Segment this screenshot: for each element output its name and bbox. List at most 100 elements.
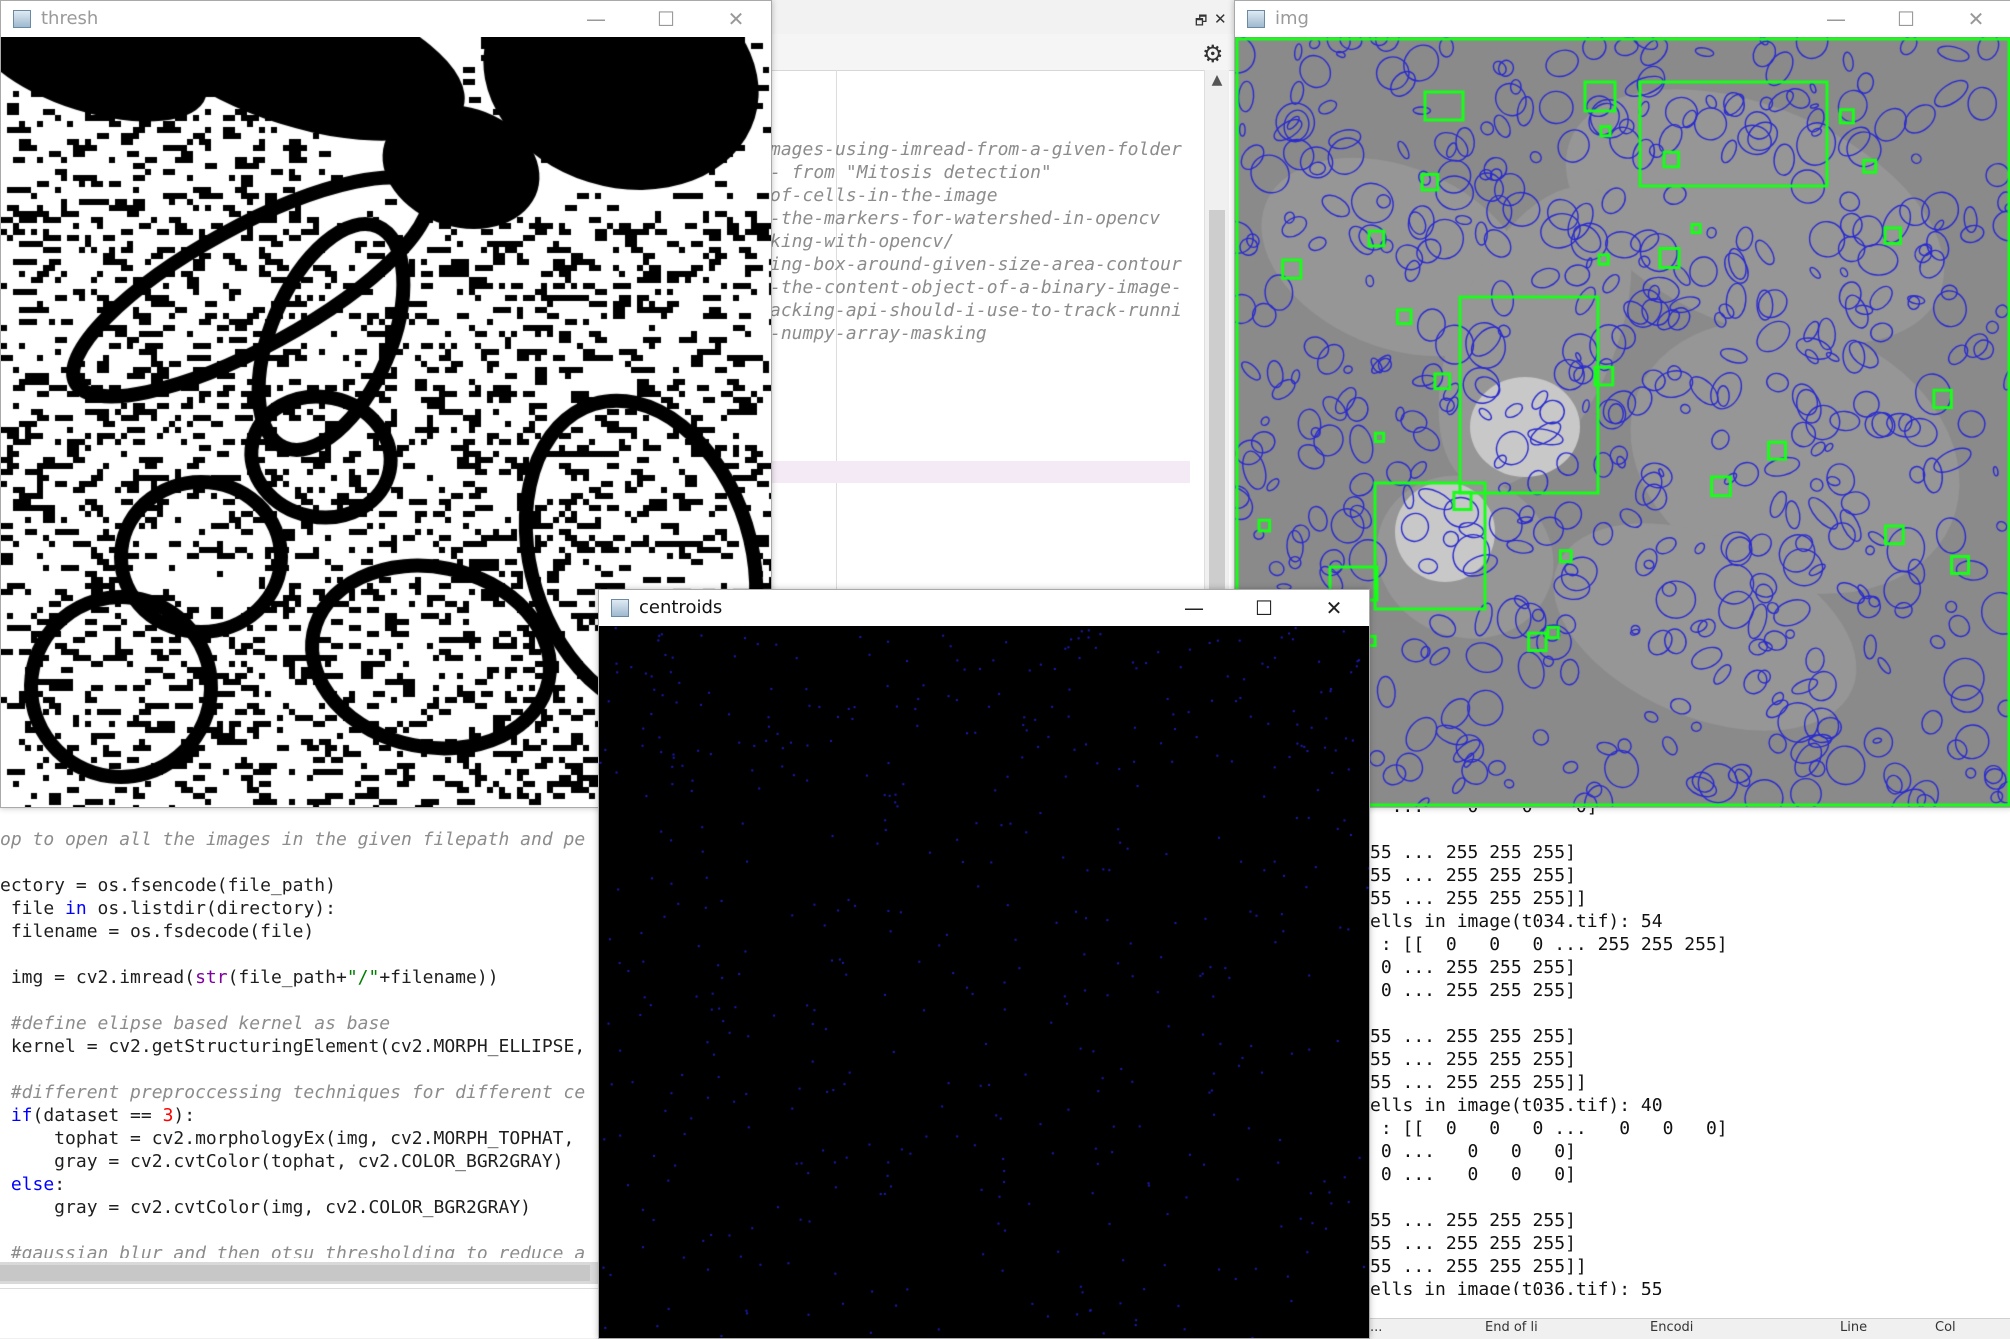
current-line-highlight bbox=[770, 461, 1190, 483]
close-button[interactable]: ✕ bbox=[1299, 590, 1369, 626]
maximize-button[interactable]: ☐ bbox=[1229, 590, 1299, 626]
reference-url-list: mages-using-imread-from-a-given-folder -… bbox=[770, 138, 1190, 345]
console-line: ells in image(t035.tif): 40 bbox=[1370, 1095, 1663, 1116]
code-line: tophat = cv2.morphologyEx(img, cv2.MORPH… bbox=[0, 1128, 586, 1149]
minimize-button[interactable]: — bbox=[1801, 1, 1871, 37]
builtin-token: str bbox=[195, 967, 228, 988]
code-editor[interactable]: op to open all the images in the given f… bbox=[0, 828, 600, 1258]
code-token: file bbox=[0, 898, 66, 919]
url-line: acking-api-should-i-use-to-track-runni bbox=[770, 300, 1182, 321]
code-line: gray = cv2.cvtColor(tophat, cv2.COLOR_BG… bbox=[0, 1151, 564, 1172]
url-line: king-with-opencv/ bbox=[770, 231, 955, 252]
scrollbar-thumb[interactable] bbox=[1209, 210, 1225, 590]
horizontal-scrollbar[interactable] bbox=[0, 1262, 600, 1284]
url-line: - from "Mitosis detection" bbox=[770, 162, 1052, 183]
code-line: #gaussian blur and then otsu thresholdin… bbox=[0, 1243, 586, 1258]
console-line: 55 ... 255 255 255] bbox=[1370, 842, 1576, 863]
minimize-button[interactable]: — bbox=[1159, 590, 1229, 626]
editor-titlebar bbox=[770, 0, 1234, 35]
code-token: (file_path+ bbox=[227, 967, 347, 988]
app-icon bbox=[1247, 10, 1265, 28]
close-button[interactable]: ✕ bbox=[701, 1, 771, 37]
app-icon bbox=[611, 599, 629, 617]
code-line: file in os.listdir(directory): bbox=[0, 897, 600, 920]
code-token: os.listdir(directory): bbox=[86, 898, 336, 919]
string-token: "/" bbox=[346, 967, 380, 988]
console-line: : [[ 0 0 0 ... 0 0 0] bbox=[1370, 1118, 1728, 1139]
number-token: 3 bbox=[162, 1105, 174, 1126]
url-line: mages-using-imread-from-a-given-folder bbox=[770, 139, 1182, 160]
console-line: 55 ... 255 255 255]] bbox=[1370, 1072, 1587, 1093]
bottom-pane bbox=[0, 1288, 600, 1338]
centroids-window[interactable]: centroids — ☐ ✕ bbox=[598, 589, 1370, 1339]
window-titlebar[interactable]: centroids — ☐ ✕ bbox=[599, 590, 1369, 626]
window-titlebar[interactable]: thresh — ☐ ✕ bbox=[1, 1, 771, 37]
status-col: Col bbox=[1935, 1320, 1956, 1335]
code-line: #different preproccessing techniques for… bbox=[0, 1082, 586, 1103]
minimize-button[interactable]: — bbox=[561, 1, 631, 37]
status-encoding: Encodi bbox=[1650, 1320, 1694, 1335]
window-title: img bbox=[1275, 8, 1309, 29]
code-token: ): bbox=[173, 1105, 196, 1126]
console-line: 0 ... 255 255 255] bbox=[1370, 957, 1576, 978]
console-line: 55 ... 255 255 255] bbox=[1370, 1210, 1576, 1231]
url-line: -numpy-array-masking bbox=[770, 323, 987, 344]
status-line: Line bbox=[1840, 1320, 1868, 1335]
console-line: 55 ... 255 255 255] bbox=[1370, 1026, 1576, 1047]
code-line: op to open all the images in the given f… bbox=[0, 829, 586, 850]
console-line: 0 ... 0 0 0] bbox=[1370, 1164, 1576, 1185]
code-token: (dataset == bbox=[32, 1105, 163, 1126]
code-token: +filename)) bbox=[379, 967, 499, 988]
window-titlebar[interactable]: img — ☐ ✕ bbox=[1235, 1, 2010, 37]
code-line: else: bbox=[0, 1173, 600, 1196]
restore-icon[interactable]: 🗗 bbox=[1195, 12, 1207, 34]
url-line: -the-markers-for-watershed-in-opencv bbox=[770, 208, 1161, 229]
close-icon[interactable]: ✕ bbox=[1214, 10, 1227, 28]
code-line: img = cv2.imread(str(file_path+"/"+filen… bbox=[0, 966, 600, 989]
url-line: ing-box-around-given-size-area-contour bbox=[770, 254, 1182, 275]
console-line: ells in image(t036.tif): 55 bbox=[1370, 1279, 1663, 1295]
url-line: -the-content-object-of-a-binary-image- bbox=[770, 277, 1182, 298]
console-line: 55 ... 255 255 255]] bbox=[1370, 1256, 1587, 1277]
code-line: gray = cv2.cvtColor(img, cv2.COLOR_BGR2G… bbox=[0, 1197, 532, 1218]
editor-vertical-scrollbar[interactable]: ▲ bbox=[1204, 70, 1229, 590]
scrollbar-thumb[interactable] bbox=[0, 1265, 590, 1281]
console-line: 0 ... 0 0 0] bbox=[1370, 1141, 1576, 1162]
centroids-image bbox=[599, 626, 1369, 1338]
console-line: 55 ... 255 255 255] bbox=[1370, 1233, 1576, 1254]
status-bar: ... End of li Encodi Line Col bbox=[1370, 1318, 2010, 1338]
console-line: ells in image(t034.tif): 54 bbox=[1370, 911, 1663, 932]
window-title: centroids bbox=[639, 597, 723, 618]
console-line: 55 ... 255 255 255] bbox=[1370, 865, 1576, 886]
console-line: 55 ... 255 255 255] bbox=[1370, 1049, 1576, 1070]
code-token: : bbox=[54, 1174, 66, 1195]
code-line: ectory = os.fsencode(file_path) bbox=[0, 875, 336, 896]
code-line: filename = os.fsdecode(file) bbox=[0, 921, 315, 942]
maximize-button[interactable]: ☐ bbox=[631, 1, 701, 37]
app-icon bbox=[13, 10, 31, 28]
status-eol: End of li bbox=[1485, 1320, 1538, 1335]
console-output: ... 0 0 0] 55 ... 255 255 255] 55 ... 25… bbox=[1370, 795, 2010, 1295]
close-button[interactable]: ✕ bbox=[1941, 1, 2010, 37]
window-title: thresh bbox=[41, 8, 99, 29]
maximize-button[interactable]: ☐ bbox=[1871, 1, 1941, 37]
console-line: : [[ 0 0 0 ... 255 255 255] bbox=[1370, 934, 1728, 955]
code-line: if(dataset == 3): bbox=[0, 1104, 600, 1127]
console-line: 0 ... 255 255 255] bbox=[1370, 980, 1576, 1001]
code-line: #define elipse based kernel as base bbox=[0, 1013, 391, 1034]
gear-icon[interactable]: ⚙ bbox=[1202, 40, 1224, 68]
code-token: img = cv2.imread( bbox=[0, 967, 196, 988]
editor-toolbar bbox=[770, 34, 1234, 71]
scroll-up-icon[interactable]: ▲ bbox=[1205, 72, 1229, 88]
status-item: ... bbox=[1370, 1320, 1387, 1335]
url-line: of-cells-in-the-image bbox=[770, 185, 998, 206]
keyword-token: if bbox=[0, 1105, 33, 1126]
